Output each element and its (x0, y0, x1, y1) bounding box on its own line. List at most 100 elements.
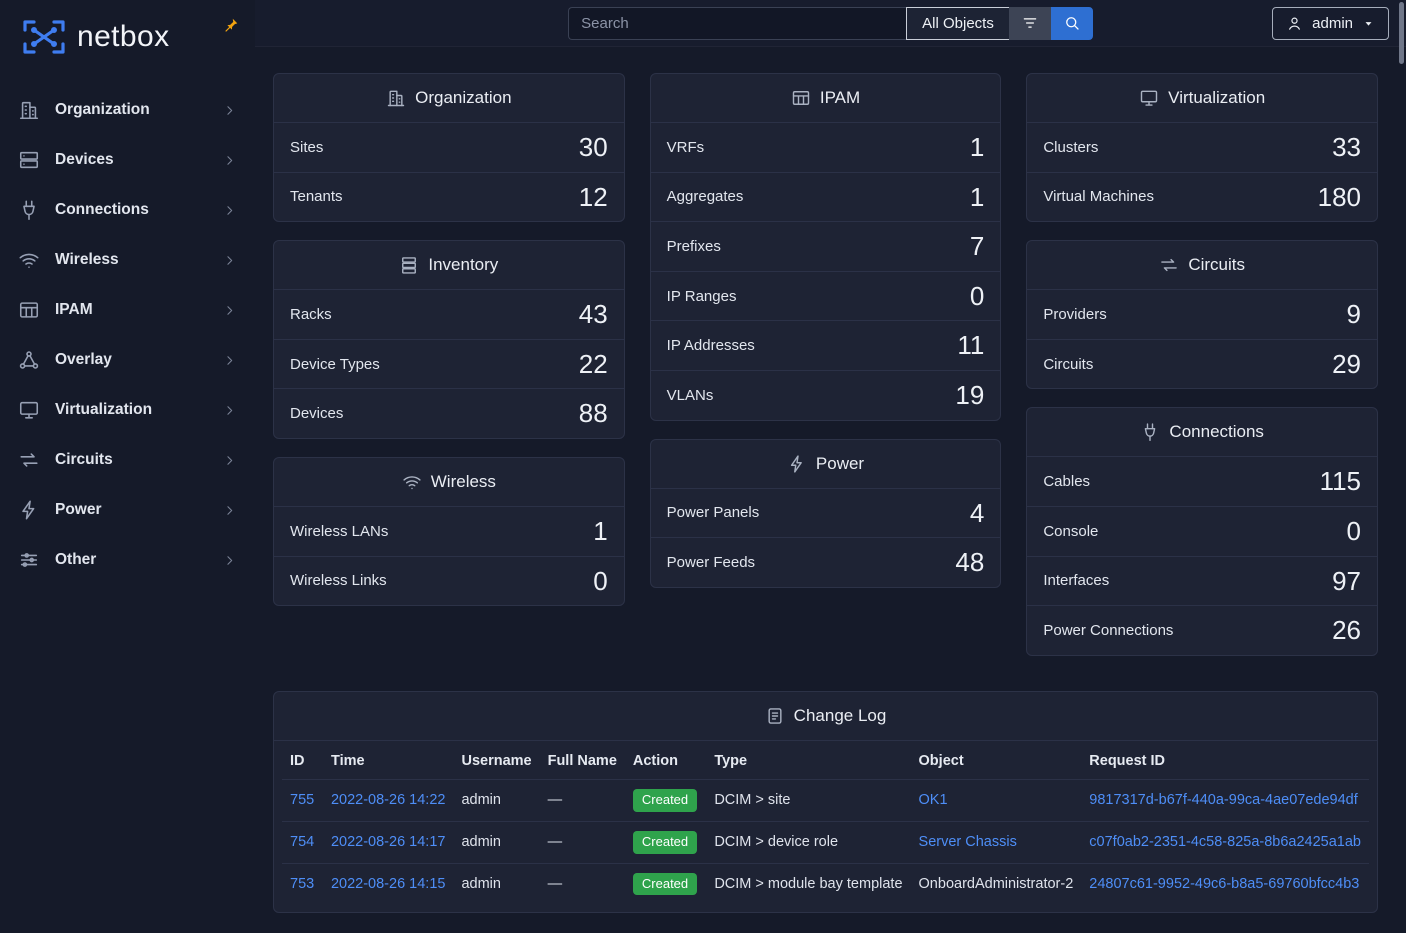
stat-power-feeds[interactable]: Power Feeds 48 (651, 537, 1001, 587)
stat-power-connections[interactable]: Power Connections 26 (1027, 605, 1377, 655)
building-icon (18, 99, 40, 121)
sidebar-item-label: IPAM (55, 301, 93, 319)
brand-name: netbox (77, 22, 169, 52)
log-request-id-link[interactable]: c07f0ab2-2351-4c58-825a-8b6a2425a1ab (1081, 821, 1369, 863)
global-search-group: All Objects (568, 7, 1093, 40)
stat-ip-ranges[interactable]: IP Ranges 0 (651, 271, 1001, 321)
card-title: Organization (415, 88, 511, 108)
stat-label: Wireless LANs (290, 523, 388, 540)
column-full-name: Full Name (540, 743, 625, 780)
stat-vrfs[interactable]: VRFs 1 (651, 123, 1001, 172)
card-wireless-header: Wireless (274, 458, 624, 507)
sidebar-item-power[interactable]: Power (0, 485, 255, 535)
sidebar-item-circuits[interactable]: Circuits (0, 435, 255, 485)
log-time-link[interactable]: 2022-08-26 14:17 (323, 821, 454, 863)
stat-circuits[interactable]: Circuits 29 (1027, 339, 1377, 389)
sidebar-item-devices[interactable]: Devices (0, 135, 255, 185)
grid-column-3: Virtualization Clusters 33 (1026, 73, 1378, 656)
stat-sites[interactable]: Sites 30 (274, 123, 624, 172)
stat-value: 0 (970, 282, 984, 311)
user-menu-button[interactable]: admin (1272, 7, 1389, 40)
pin-sidebar-icon[interactable] (222, 17, 239, 34)
card-connections-header: Connections (1027, 408, 1377, 457)
log-id-link[interactable]: 753 (282, 863, 323, 904)
card-title: Wireless (431, 472, 496, 492)
log-request-id-link[interactable]: 24807c61-9952-49c6-b8a5-69760bfcc4b3 (1081, 863, 1369, 904)
stat-value: 7 (970, 232, 984, 261)
power-icon (18, 499, 40, 521)
wireless-icon (402, 472, 422, 492)
stat-console[interactable]: Console 0 (1027, 506, 1377, 556)
stat-devices[interactable]: Devices 88 (274, 388, 624, 438)
stat-providers[interactable]: Providers 9 (1027, 290, 1377, 339)
virtualization-icon (18, 399, 40, 421)
log-request-id-link[interactable]: 9817317d-b67f-440a-99ca-4ae07ede94df (1081, 779, 1369, 821)
sidebar-item-ipam[interactable]: IPAM (0, 285, 255, 335)
log-type: DCIM > device role (706, 821, 910, 863)
stat-interfaces[interactable]: Interfaces 97 (1027, 556, 1377, 606)
stat-label: Prefixes (667, 238, 721, 255)
stat-label: Cables (1043, 473, 1090, 490)
brand-link[interactable]: netbox (0, 0, 255, 71)
log-time-link[interactable]: 2022-08-26 14:22 (323, 779, 454, 821)
stat-aggregates[interactable]: Aggregates 1 (651, 172, 1001, 222)
stat-value: 30 (579, 133, 608, 162)
column-time: Time (323, 743, 454, 780)
card-ipam-header: IPAM (651, 74, 1001, 123)
page-scrollbar[interactable] (1399, 2, 1404, 64)
filter-button[interactable] (1009, 7, 1051, 40)
log-username: admin (453, 821, 539, 863)
card-organization: Organization Sites 30 Tena (273, 73, 625, 222)
log-id-link[interactable]: 755 (282, 779, 323, 821)
stat-wireless-lans[interactable]: Wireless LANs 1 (274, 507, 624, 556)
sidebar-item-virtualization[interactable]: Virtualization (0, 385, 255, 435)
stat-cables[interactable]: Cables 115 (1027, 457, 1377, 506)
chevron-right-icon (222, 453, 237, 468)
column-object: Object (911, 743, 1082, 780)
stat-device-types[interactable]: Device Types 22 (274, 339, 624, 389)
stat-clusters[interactable]: Clusters 33 (1027, 123, 1377, 172)
stat-virtual-machines[interactable]: Virtual Machines 180 (1027, 172, 1377, 222)
stat-tenants[interactable]: Tenants 12 (274, 172, 624, 222)
column-id: ID (282, 743, 323, 780)
chevron-right-icon (222, 553, 237, 568)
status-badge: Created (633, 873, 697, 896)
stat-vlans[interactable]: VLANs 19 (651, 370, 1001, 420)
stat-racks[interactable]: Racks 43 (274, 290, 624, 339)
sidebar-item-label: Wireless (55, 251, 119, 269)
table-row: 755 2022-08-26 14:22 admin — Created DCI… (282, 779, 1369, 821)
stat-label: Device Types (290, 356, 380, 373)
stat-label: Tenants (290, 188, 343, 205)
stat-wireless-links[interactable]: Wireless Links 0 (274, 556, 624, 606)
stat-prefixes[interactable]: Prefixes 7 (651, 221, 1001, 271)
devices-icon (18, 149, 40, 171)
stat-value: 22 (579, 350, 608, 379)
change-log-card: Change Log IDTimeUsernameFull NameAction… (273, 691, 1378, 914)
log-object[interactable]: Server Chassis (911, 821, 1082, 863)
stat-value: 1 (970, 133, 984, 162)
sidebar-item-wireless[interactable]: Wireless (0, 235, 255, 285)
stat-value: 43 (579, 300, 608, 329)
grid-column-2: IPAM VRFs 1 Aggregates (650, 73, 1002, 656)
search-button[interactable] (1051, 7, 1093, 40)
sidebar-item-label: Devices (55, 151, 114, 169)
search-scope-button[interactable]: All Objects (906, 7, 1010, 40)
stat-value: 19 (955, 381, 984, 410)
chevron-right-icon (222, 503, 237, 518)
log-id-link[interactable]: 754 (282, 821, 323, 863)
log-time-link[interactable]: 2022-08-26 14:15 (323, 863, 454, 904)
log-object[interactable]: OK1 (911, 779, 1082, 821)
sidebar-item-connections[interactable]: Connections (0, 185, 255, 235)
stat-value: 11 (957, 331, 984, 360)
log-action: Created (625, 863, 706, 904)
sidebar-item-other[interactable]: Other (0, 535, 255, 585)
stat-power-panels[interactable]: Power Panels 4 (651, 489, 1001, 538)
sidebar-item-overlay[interactable]: Overlay (0, 335, 255, 385)
card-title: IPAM (820, 88, 860, 108)
card-power-header: Power (651, 440, 1001, 489)
chevron-right-icon (222, 153, 237, 168)
search-input[interactable] (568, 7, 906, 40)
overlay-icon (18, 349, 40, 371)
sidebar-item-organization[interactable]: Organization (0, 85, 255, 135)
stat-ip-addresses[interactable]: IP Addresses 11 (651, 320, 1001, 370)
